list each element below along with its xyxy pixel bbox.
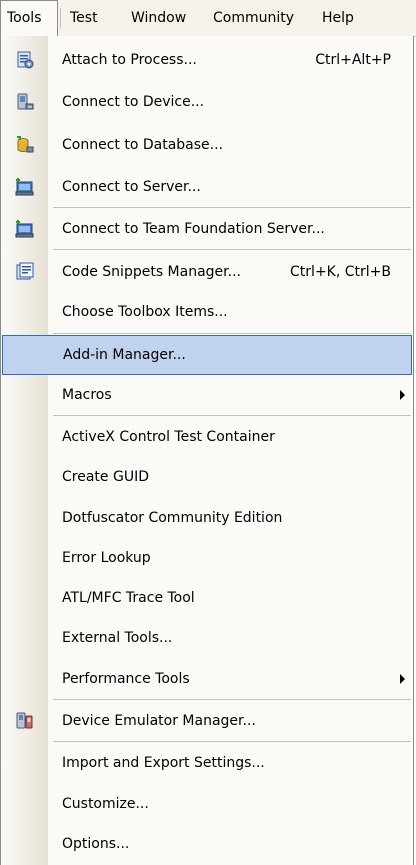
menu-separator bbox=[53, 333, 411, 334]
menu-item-import-export-settings[interactable]: Import and Export Settings... bbox=[1, 743, 413, 783]
menu-community[interactable]: Community bbox=[213, 0, 294, 36]
menu-item-attach-to-process[interactable]: Attach to Process... Ctrl+Alt+P bbox=[1, 40, 413, 80]
menu-item-label: Error Lookup bbox=[62, 550, 151, 566]
menu-window[interactable]: Window bbox=[131, 0, 186, 36]
connect-device-icon bbox=[15, 92, 35, 112]
menu-item-label: Macros bbox=[62, 387, 112, 403]
menu-item-label: Import and Export Settings... bbox=[62, 755, 265, 771]
menu-item-label: Code Snippets Manager... bbox=[62, 264, 241, 280]
menu-item-create-guid[interactable]: Create GUID bbox=[1, 457, 413, 497]
menu-item-label: Options... bbox=[62, 836, 130, 852]
shortcut-label: Ctrl+K, Ctrl+B bbox=[290, 264, 391, 280]
menu-item-label: Connect to Device... bbox=[62, 94, 205, 110]
menu-tools[interactable]: Tools bbox=[0, 0, 58, 37]
code-snippets-icon bbox=[15, 262, 35, 282]
menu-test[interactable]: Test bbox=[70, 0, 98, 36]
menu-item-atl-mfc-trace-tool[interactable]: ATL/MFC Trace Tool bbox=[1, 578, 413, 618]
menu-item-activex-control-test-container[interactable]: ActiveX Control Test Container bbox=[1, 417, 413, 457]
menu-item-connect-to-server[interactable]: Connect to Server... bbox=[1, 167, 413, 207]
menu-item-external-tools[interactable]: External Tools... bbox=[1, 618, 413, 658]
menu-item-label: Dotfuscator Community Edition bbox=[62, 510, 283, 526]
menu-item-label: Customize... bbox=[62, 796, 149, 812]
menu-item-performance-tools[interactable]: Performance Tools bbox=[1, 659, 413, 699]
menu-item-label: Create GUID bbox=[62, 469, 149, 485]
connect-database-icon bbox=[15, 135, 35, 155]
submenu-arrow-icon bbox=[400, 390, 405, 400]
menu-item-label: ATL/MFC Trace Tool bbox=[62, 590, 195, 606]
connect-tfs-icon bbox=[15, 219, 35, 239]
menu-item-label: Device Emulator Manager... bbox=[62, 713, 256, 729]
menu-item-label: Performance Tools bbox=[62, 671, 190, 687]
menubar-divider bbox=[60, 8, 61, 28]
device-emulator-icon bbox=[15, 711, 35, 731]
menu-separator bbox=[53, 699, 411, 700]
menu-item-label: Choose Toolbox Items... bbox=[62, 304, 228, 320]
menu-item-device-emulator-manager[interactable]: Device Emulator Manager... bbox=[1, 701, 413, 741]
menu-item-label: External Tools... bbox=[62, 630, 173, 646]
menu-item-error-lookup[interactable]: Error Lookup bbox=[1, 538, 413, 578]
menu-help[interactable]: Help bbox=[322, 0, 354, 36]
menu-separator bbox=[53, 207, 411, 208]
menu-item-options[interactable]: Options... bbox=[1, 824, 413, 864]
menu-item-label: Add-in Manager... bbox=[63, 347, 186, 363]
menu-item-label: Attach to Process... bbox=[62, 52, 197, 68]
menu-separator bbox=[53, 249, 411, 250]
menu-item-label: Connect to Database... bbox=[62, 137, 223, 153]
shortcut-label: Ctrl+Alt+P bbox=[315, 52, 391, 68]
menu-item-connect-to-database[interactable]: Connect to Database... bbox=[1, 125, 413, 165]
menu-item-dotfuscator[interactable]: Dotfuscator Community Edition bbox=[1, 498, 413, 538]
connect-server-icon bbox=[15, 177, 35, 197]
menu-item-label: Connect to Team Foundation Server... bbox=[62, 221, 325, 237]
menu-separator bbox=[53, 741, 411, 742]
menu-item-code-snippets-manager[interactable]: Code Snippets Manager... Ctrl+K, Ctrl+B bbox=[1, 252, 413, 292]
menu-item-connect-to-device[interactable]: Connect to Device... bbox=[1, 82, 413, 122]
attach-process-icon bbox=[15, 50, 35, 70]
menu-item-label: Connect to Server... bbox=[62, 179, 201, 195]
submenu-arrow-icon bbox=[400, 674, 405, 684]
menu-item-choose-toolbox-items[interactable]: Choose Toolbox Items... bbox=[1, 292, 413, 332]
menu-bar: Tools Test Window Community Help bbox=[0, 0, 416, 37]
menu-item-customize[interactable]: Customize... bbox=[1, 784, 413, 824]
tools-dropdown-menu: Attach to Process... Ctrl+Alt+P Connect … bbox=[0, 36, 414, 865]
menu-item-label: ActiveX Control Test Container bbox=[62, 429, 275, 445]
menu-item-connect-to-tfs[interactable]: Connect to Team Foundation Server... bbox=[1, 209, 413, 249]
menu-item-macros[interactable]: Macros bbox=[1, 375, 413, 415]
menu-item-add-in-manager[interactable]: Add-in Manager... bbox=[2, 335, 412, 375]
menu-separator bbox=[53, 415, 411, 416]
